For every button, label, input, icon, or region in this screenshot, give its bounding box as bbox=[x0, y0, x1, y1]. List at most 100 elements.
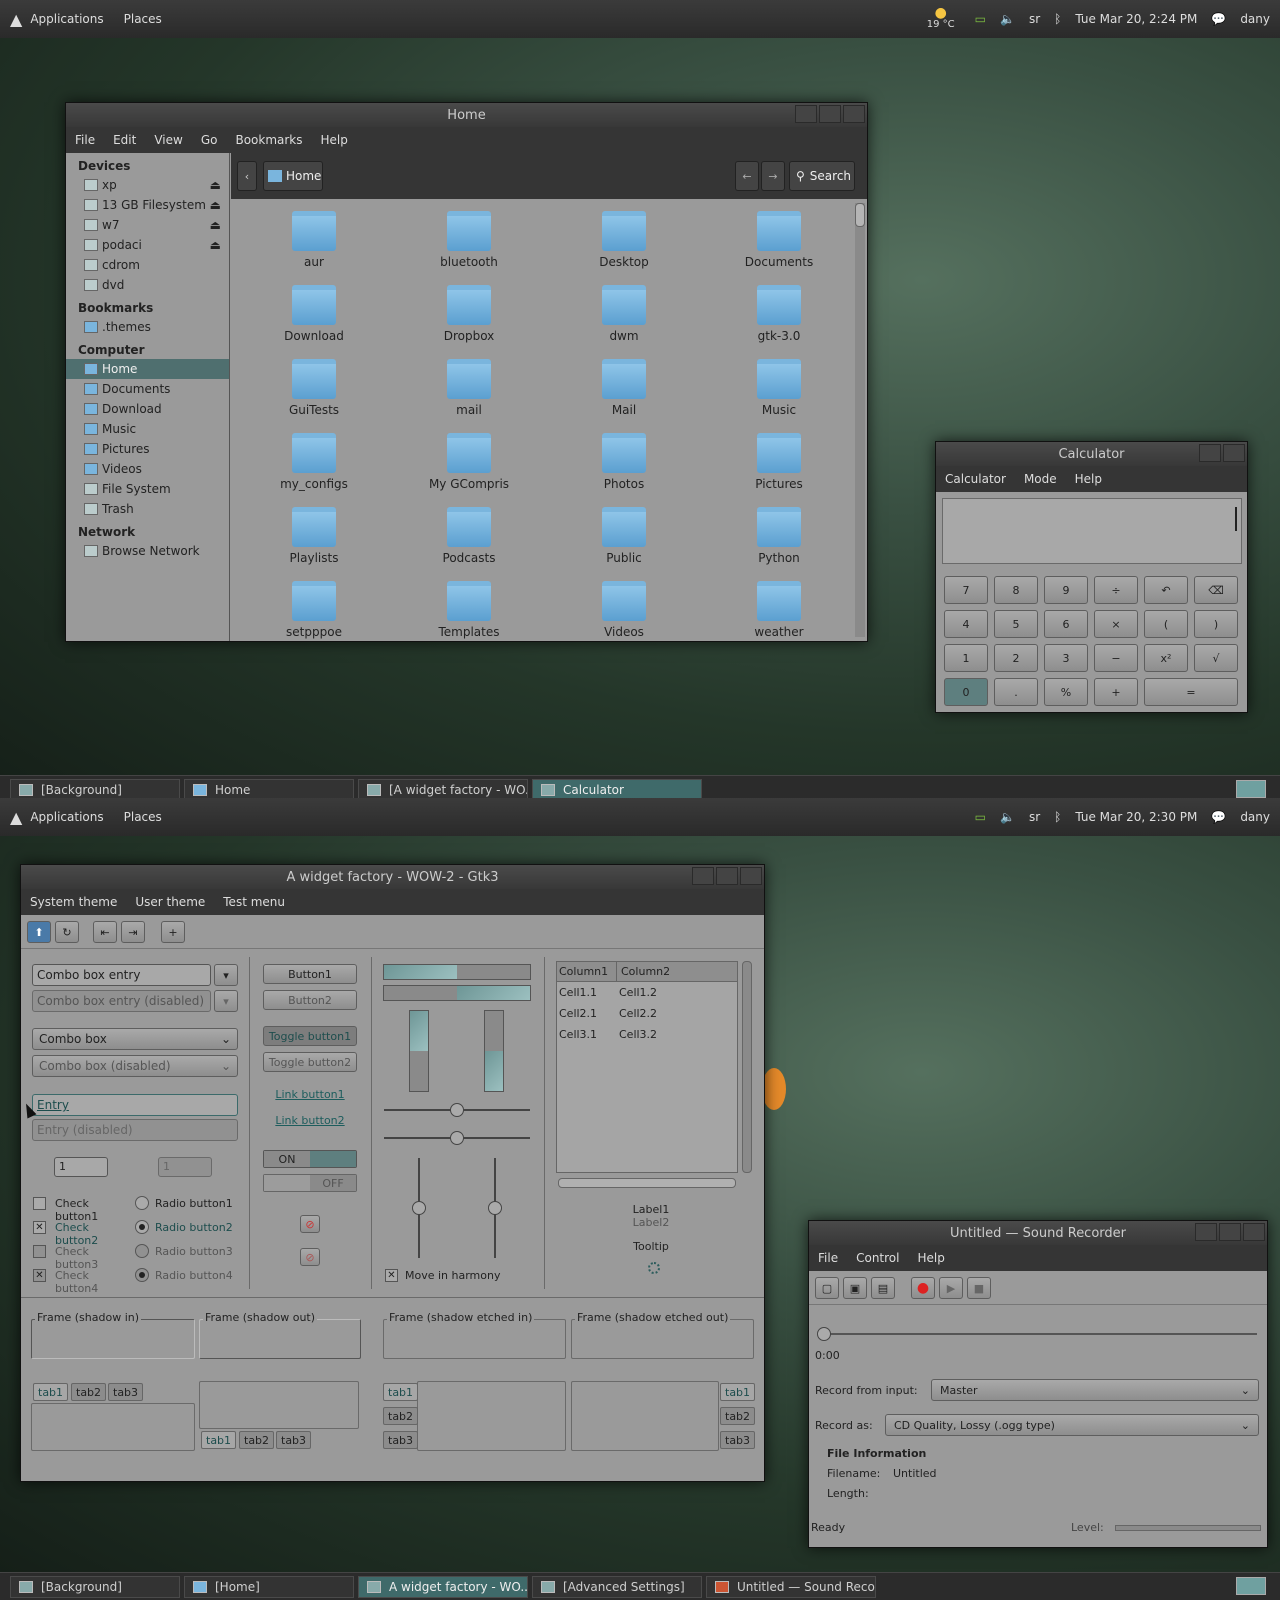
chat-icon[interactable]: 💬 bbox=[1207, 798, 1230, 836]
calc-key[interactable]: = bbox=[1144, 678, 1238, 706]
battery-icon[interactable]: ▭ bbox=[965, 0, 996, 38]
file-item[interactable]: Python bbox=[724, 507, 834, 565]
file-item[interactable]: Videos bbox=[569, 581, 679, 639]
minimize-button[interactable] bbox=[1195, 1223, 1217, 1241]
slider-horizontal-2[interactable] bbox=[384, 1131, 530, 1145]
new-file-icon[interactable]: ▢ bbox=[815, 1277, 839, 1299]
slider-knob[interactable] bbox=[488, 1201, 502, 1215]
minimize-button[interactable] bbox=[1199, 444, 1221, 462]
file-item[interactable]: my_configs bbox=[259, 433, 369, 491]
sidebar-item-documents[interactable]: Documents bbox=[66, 379, 229, 399]
slider-knob[interactable] bbox=[817, 1327, 831, 1341]
task-sound-recorder[interactable]: Untitled — Sound Reco... bbox=[706, 1575, 876, 1598]
calc-key[interactable]: ⌫ bbox=[1194, 576, 1238, 604]
file-item[interactable]: Download bbox=[259, 285, 369, 343]
tab-3[interactable]: tab3 bbox=[720, 1431, 756, 1449]
close-button[interactable] bbox=[1243, 1223, 1265, 1241]
calculator-display[interactable] bbox=[942, 498, 1242, 564]
maximize-button[interactable] bbox=[1219, 1223, 1241, 1241]
file-item[interactable]: Public bbox=[569, 507, 679, 565]
tree-vscrollbar[interactable] bbox=[742, 961, 752, 1173]
sidebar-item-dvd[interactable]: dvd bbox=[66, 275, 229, 295]
file-item[interactable]: Playlists bbox=[259, 507, 369, 565]
calc-key[interactable]: . bbox=[994, 678, 1038, 706]
switch-on[interactable]: ON bbox=[263, 1150, 357, 1168]
combo-box[interactable]: Combo box ⌄ bbox=[32, 1028, 238, 1050]
file-item[interactable]: gtk-3.0 bbox=[724, 285, 834, 343]
calc-key[interactable]: ÷ bbox=[1094, 576, 1138, 604]
file-item[interactable]: Desktop bbox=[569, 211, 679, 269]
save-file-icon[interactable]: ▤ bbox=[871, 1277, 895, 1299]
calc-key[interactable]: % bbox=[1044, 678, 1088, 706]
close-button[interactable] bbox=[1223, 444, 1245, 462]
calculator-titlebar[interactable]: Calculator bbox=[936, 442, 1247, 466]
entry-field[interactable]: Entry bbox=[32, 1094, 238, 1116]
slider-knob[interactable] bbox=[450, 1103, 464, 1117]
calc-key[interactable]: 2 bbox=[994, 644, 1038, 672]
menu-help[interactable]: Help bbox=[312, 133, 357, 147]
tab-2[interactable]: tab2 bbox=[383, 1407, 419, 1425]
button-1[interactable]: Button1 bbox=[263, 964, 357, 984]
bluetooth-icon[interactable]: ᛒ bbox=[1050, 798, 1065, 836]
open-file-icon[interactable]: ▣ bbox=[843, 1277, 867, 1299]
tree-view[interactable]: Column1 Column2 Cell1.1 Cell1.2 Cell2.1 Ce… bbox=[556, 961, 738, 1173]
eject-icon[interactable]: ⏏ bbox=[210, 198, 221, 212]
menu-test[interactable]: Test menu bbox=[214, 895, 294, 909]
tab-1[interactable]: tab1 bbox=[383, 1383, 419, 1401]
calc-key[interactable]: − bbox=[1094, 644, 1138, 672]
applications-menu[interactable]: ▲ Applications bbox=[0, 0, 114, 38]
sidebar-item-browse-network[interactable]: Browse Network bbox=[66, 541, 229, 561]
bluetooth-icon[interactable]: ᛒ bbox=[1050, 0, 1065, 38]
sidebar-item-download[interactable]: Download bbox=[66, 399, 229, 419]
menu-bookmarks[interactable]: Bookmarks bbox=[226, 133, 311, 147]
menu-help[interactable]: Help bbox=[908, 1251, 953, 1265]
open-icon[interactable]: ⬆ bbox=[27, 921, 51, 943]
sidebar-item-trash[interactable]: Trash bbox=[66, 499, 229, 519]
close-button[interactable] bbox=[843, 105, 865, 123]
user-menu[interactable]: dany bbox=[1230, 798, 1280, 836]
file-item[interactable]: setpppoe bbox=[259, 581, 369, 639]
user-menu[interactable]: dany bbox=[1230, 0, 1280, 38]
task-home[interactable]: [Home] bbox=[184, 1575, 354, 1598]
location-home-button[interactable]: Home bbox=[263, 161, 323, 191]
table-row[interactable]: Cell1.1 Cell1.2 bbox=[557, 982, 737, 1003]
menu-mode[interactable]: Mode bbox=[1015, 472, 1066, 486]
applications-menu[interactable]: ▲ Applications bbox=[0, 798, 114, 836]
workspace-switcher[interactable] bbox=[1236, 780, 1266, 798]
menu-control[interactable]: Control bbox=[847, 1251, 908, 1265]
calc-key[interactable]: 9 bbox=[1044, 576, 1088, 604]
sidebar-item-podaci[interactable]: podaci ⏏ bbox=[66, 235, 229, 255]
tab-2[interactable]: tab2 bbox=[720, 1407, 756, 1425]
menu-user-theme[interactable]: User theme bbox=[126, 895, 214, 909]
file-manager-titlebar[interactable]: Home bbox=[66, 103, 867, 127]
minimize-button[interactable] bbox=[692, 867, 714, 885]
weather-applet[interactable]: ● 19 °C bbox=[917, 0, 965, 38]
clock[interactable]: Tue Mar 20, 2:30 PM bbox=[1065, 798, 1207, 836]
tab-3[interactable]: tab3 bbox=[108, 1383, 144, 1401]
combo-entry-arrow-button[interactable]: ▾ bbox=[214, 964, 238, 986]
battery-icon[interactable]: ▭ bbox=[965, 798, 996, 836]
sidebar-item-home[interactable]: Home bbox=[66, 359, 229, 379]
eject-icon[interactable]: ⏏ bbox=[210, 238, 221, 252]
tab-1[interactable]: tab1 bbox=[33, 1383, 69, 1401]
file-item[interactable]: GuiTests bbox=[259, 359, 369, 417]
tab-2[interactable]: tab2 bbox=[71, 1383, 107, 1401]
slider-vertical-2[interactable] bbox=[488, 1158, 502, 1258]
spin-button[interactable]: 1 bbox=[54, 1157, 108, 1177]
calc-key[interactable]: ) bbox=[1194, 610, 1238, 638]
combo-box-entry[interactable]: Combo box entry bbox=[32, 964, 211, 986]
sidebar-item-pictures[interactable]: Pictures bbox=[66, 439, 229, 459]
column-header-2[interactable]: Column2 bbox=[617, 962, 737, 981]
slider-knob[interactable] bbox=[412, 1201, 426, 1215]
file-item[interactable]: Documents bbox=[724, 211, 834, 269]
toggle-button-1[interactable]: Toggle button1 bbox=[263, 1026, 357, 1046]
record-as-combo[interactable]: CD Quality, Lossy (.ogg type) ⌄ bbox=[885, 1414, 1259, 1436]
tab-1[interactable]: tab1 bbox=[201, 1431, 237, 1449]
record-icon[interactable]: ● bbox=[911, 1277, 935, 1299]
file-item[interactable]: Photos bbox=[569, 433, 679, 491]
keyboard-layout[interactable]: sr bbox=[1019, 798, 1050, 836]
widget-factory-titlebar[interactable]: A widget factory - WOW-2 - Gtk3 bbox=[21, 865, 764, 889]
maximize-button[interactable] bbox=[819, 105, 841, 123]
radio-button-1[interactable]: Radio button1 bbox=[135, 1195, 245, 1213]
file-item[interactable]: Dropbox bbox=[414, 285, 524, 343]
